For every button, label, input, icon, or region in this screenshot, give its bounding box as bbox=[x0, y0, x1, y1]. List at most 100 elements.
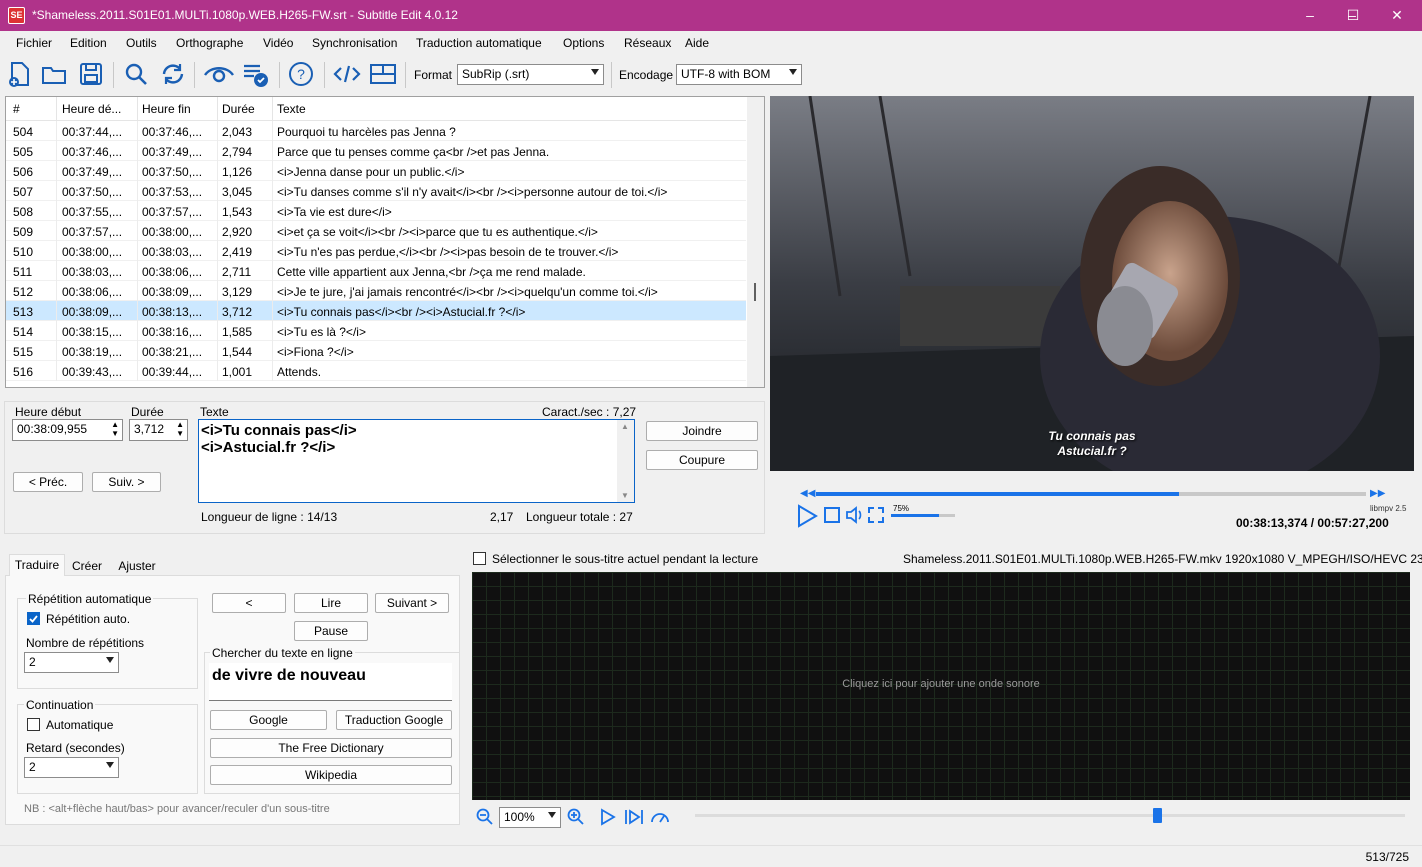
new-file-icon[interactable] bbox=[4, 60, 32, 88]
auto-continue-checkbox[interactable] bbox=[27, 718, 40, 731]
seek-forward-icon[interactable]: ▶▶ bbox=[1370, 488, 1385, 499]
spinner-icon[interactable]: ▲ ▼ bbox=[111, 420, 119, 438]
table-cell: 00:37:53,... bbox=[142, 185, 203, 199]
search-text-input[interactable]: de vivre de nouveau bbox=[209, 663, 452, 701]
volume-slider[interactable] bbox=[891, 514, 955, 517]
table-row[interactable]: 513 00:38:09,... 00:38:13,... 3,712 <i>Tu co… bbox=[6, 301, 746, 321]
menu-item-6[interactable]: Traduction automatique bbox=[416, 36, 542, 50]
google-translate-button[interactable]: Traduction Google bbox=[336, 710, 452, 730]
menu-item-8[interactable]: Réseaux bbox=[624, 36, 671, 50]
next-button[interactable]: Suiv. > bbox=[92, 472, 161, 492]
volume-icon[interactable] bbox=[845, 505, 865, 525]
window-minimize-button[interactable]: – bbox=[1287, 0, 1333, 31]
grid-scrollbar[interactable] bbox=[747, 97, 764, 387]
split-button[interactable]: Coupure bbox=[646, 450, 758, 470]
previous-button[interactable]: < Préc. bbox=[13, 472, 83, 492]
menu-item-0[interactable]: Fichier bbox=[16, 36, 52, 50]
table-row[interactable]: 515 00:38:19,... 00:38:21,... 1,544 <i>Fiona… bbox=[6, 341, 746, 361]
table-row[interactable]: 511 00:38:03,... 00:38:06,... 2,711 Cette vi… bbox=[6, 261, 746, 281]
col-header-start[interactable]: Heure dé... bbox=[62, 102, 121, 116]
search-icon[interactable] bbox=[122, 60, 150, 88]
back-button[interactable]: < bbox=[212, 593, 286, 613]
duration-input[interactable]: 3,712 ▲ ▼ bbox=[129, 419, 188, 441]
video-player[interactable]: Tu connais pas Astucial.fr ? bbox=[770, 96, 1414, 488]
start-time-input[interactable]: 00:38:09,955 ▲ ▼ bbox=[12, 419, 123, 441]
continuation-group-title: Continuation bbox=[24, 698, 96, 712]
waveform-play-icon[interactable] bbox=[599, 808, 617, 826]
scrollbar-thumb[interactable] bbox=[754, 283, 756, 301]
col-header-number[interactable]: # bbox=[13, 102, 20, 116]
zoom-select[interactable]: 100% bbox=[499, 807, 561, 828]
next-sub-button[interactable]: Suivant > bbox=[375, 593, 449, 613]
spinner-icon[interactable]: ▲ ▼ bbox=[176, 420, 184, 438]
seek-back-icon[interactable]: ◀◀ bbox=[800, 488, 815, 499]
col-header-text[interactable]: Texte bbox=[277, 102, 306, 116]
table-row[interactable]: 516 00:39:43,... 00:39:44,... 1,001 Attends. bbox=[6, 361, 746, 381]
zoom-in-icon[interactable] bbox=[567, 808, 585, 826]
google-button[interactable]: Google bbox=[210, 710, 327, 730]
repeat-count-select[interactable]: 2 bbox=[24, 652, 119, 673]
table-row[interactable]: 509 00:37:57,... 00:38:00,... 2,920 <i>et ça… bbox=[6, 221, 746, 241]
table-row[interactable]: 510 00:38:00,... 00:38:03,... 2,419 <i>Tu n'… bbox=[6, 241, 746, 261]
seek-bar[interactable] bbox=[816, 492, 1366, 496]
layout-icon[interactable] bbox=[368, 60, 398, 88]
table-cell: <i>et ça se voit</i><br /><i>parce que t… bbox=[277, 225, 598, 239]
play-icon[interactable] bbox=[796, 504, 818, 528]
repeat-auto-checkbox[interactable] bbox=[27, 612, 40, 625]
text-label: Texte bbox=[200, 405, 229, 419]
free-dictionary-button[interactable]: The Free Dictionary bbox=[210, 738, 452, 758]
menu-item-9[interactable]: Aide bbox=[685, 36, 709, 50]
table-cell: 3,712 bbox=[222, 305, 253, 319]
menu-item-5[interactable]: Synchronisation bbox=[312, 36, 397, 50]
window-maximize-button[interactable]: ☐ bbox=[1330, 0, 1376, 31]
open-folder-icon[interactable] bbox=[40, 60, 68, 88]
window-close-button[interactable]: ✕ bbox=[1374, 0, 1420, 31]
play-selection-icon[interactable] bbox=[624, 808, 644, 826]
waveform-placeholder[interactable]: Cliquez ici pour ajouter une onde sonore bbox=[472, 678, 1410, 690]
visual-sync-icon[interactable] bbox=[203, 60, 235, 88]
menu-item-2[interactable]: Outils bbox=[126, 36, 157, 50]
table-row[interactable]: 506 00:37:49,... 00:37:50,... 1,126 <i>Jenna… bbox=[6, 161, 746, 181]
encoding-select[interactable]: UTF-8 with BOM bbox=[676, 64, 802, 85]
editor-scrollbar[interactable]: ▲ ▼ bbox=[617, 420, 634, 502]
wikipedia-button[interactable]: Wikipedia bbox=[210, 765, 452, 785]
help-icon[interactable]: ? bbox=[287, 60, 315, 88]
subtitle-grid[interactable]: # Heure dé... Heure fin Durée Texte 504 0… bbox=[5, 96, 765, 388]
video-seek-area bbox=[770, 471, 1414, 488]
tab-adjust[interactable]: Ajuster bbox=[112, 556, 162, 576]
table-cell: 510 bbox=[13, 245, 34, 259]
save-icon[interactable] bbox=[77, 60, 105, 88]
menu-item-4[interactable]: Vidéo bbox=[263, 36, 293, 50]
delay-select[interactable]: 2 bbox=[24, 757, 119, 778]
waveform-position-slider[interactable] bbox=[695, 808, 1405, 823]
table-row[interactable]: 504 00:37:44,... 00:37:46,... 2,043 Pourquoi… bbox=[6, 121, 746, 141]
waveform-panel[interactable]: Cliquez ici pour ajouter une onde sonore bbox=[472, 572, 1410, 800]
join-button[interactable]: Joindre bbox=[646, 421, 758, 441]
playback-speed-icon[interactable] bbox=[649, 807, 671, 827]
pause-button[interactable]: Pause bbox=[294, 621, 368, 641]
col-header-end[interactable]: Heure fin bbox=[142, 102, 191, 116]
table-row[interactable]: 505 00:37:46,... 00:37:49,... 2,794 Parce qu… bbox=[6, 141, 746, 161]
menu-item-3[interactable]: Orthographe bbox=[176, 36, 243, 50]
select-current-checkbox[interactable] bbox=[473, 552, 486, 565]
source-view-icon[interactable] bbox=[332, 60, 362, 88]
table-row[interactable]: 512 00:38:06,... 00:38:09,... 3,129 <i>Je te… bbox=[6, 281, 746, 301]
tab-translate[interactable]: Traduire bbox=[9, 554, 65, 576]
zoom-out-icon[interactable] bbox=[476, 808, 494, 826]
play-button[interactable]: Lire bbox=[294, 593, 368, 613]
menu-item-1[interactable]: Edition bbox=[70, 36, 107, 50]
col-header-duration[interactable]: Durée bbox=[222, 102, 255, 116]
slider-thumb[interactable] bbox=[1152, 808, 1162, 823]
table-row[interactable]: 507 00:37:50,... 00:37:53,... 3,045 <i>Tu da… bbox=[6, 181, 746, 201]
subtitle-text-editor[interactable]: <i>Tu connais pas</i> <i>Astucial.fr ?</… bbox=[198, 419, 635, 503]
replace-icon[interactable] bbox=[159, 60, 187, 88]
table-row[interactable]: 514 00:38:15,... 00:38:16,... 1,585 <i>Tu es… bbox=[6, 321, 746, 341]
format-select[interactable]: SubRip (.srt) bbox=[457, 64, 604, 85]
menu-item-7[interactable]: Options bbox=[563, 36, 604, 50]
fullscreen-icon[interactable] bbox=[867, 506, 885, 524]
stop-icon[interactable] bbox=[823, 506, 841, 524]
table-row[interactable]: 508 00:37:55,... 00:37:57,... 1,543 <i>Ta vi… bbox=[6, 201, 746, 221]
spell-check-icon[interactable] bbox=[241, 60, 271, 88]
tab-create[interactable]: Créer bbox=[66, 556, 108, 576]
table-cell: 00:38:03,... bbox=[142, 245, 203, 259]
